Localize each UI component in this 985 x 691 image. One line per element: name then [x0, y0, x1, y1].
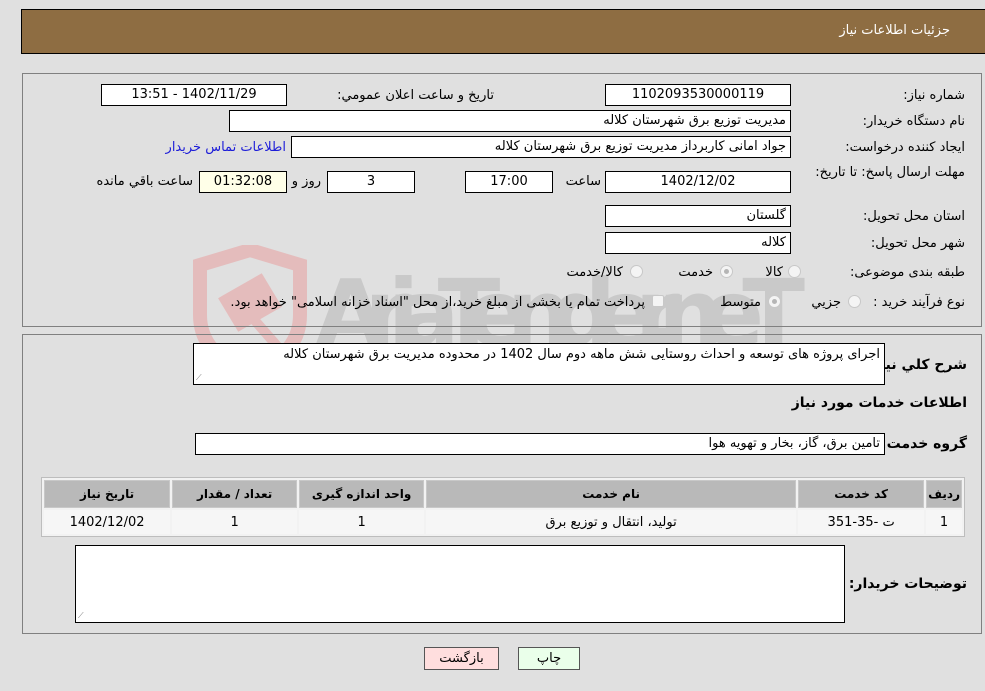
- buyer-org-label: نام دستگاه خریدار:: [862, 114, 965, 129]
- process-option-minor: جزیي: [811, 295, 841, 310]
- process-label: نوع فرآیند خرید :: [873, 295, 965, 310]
- days-field: 3: [327, 171, 415, 193]
- deadline-time-label: ساعت: [565, 174, 601, 189]
- province-field: گلستان: [605, 205, 791, 227]
- print-button[interactable]: چاپ: [518, 647, 580, 670]
- treasury-note: پرداخت تمام یا بخشی از مبلغ خرید،از محل …: [230, 295, 645, 310]
- category-radio-goods[interactable]: [788, 265, 801, 278]
- table-row: 1 ت -35-351 تولید، انتقال و توزیع برق 1 …: [44, 510, 962, 534]
- deadline-date-field: 1402/12/02: [605, 171, 791, 193]
- services-title: اطلاعات خدمات مورد نياز: [791, 395, 967, 411]
- summary-textarea[interactable]: اجرای پروژه های توسعه و احداث روستایی شش…: [193, 343, 885, 385]
- cell-quantity: 1: [172, 510, 298, 534]
- col-unit: واحد اندازه گیری: [299, 480, 425, 508]
- cell-unit: 1: [299, 510, 425, 534]
- service-group-field: تامین برق، گاز، بخار و تهویه هوا: [195, 433, 885, 455]
- category-radio-service[interactable]: [720, 265, 733, 278]
- buyer-org-field: مدیریت توزیع برق شهرستان کلاله: [229, 110, 791, 132]
- deadline-time-field: 17:00: [465, 171, 553, 193]
- creator-field: جواد امانی کاربرداز مدیریت توزیع برق شهر…: [291, 136, 791, 158]
- process-option-medium: متوسط: [720, 295, 761, 310]
- services-table: ردیف کد خدمت نام خدمت واحد اندازه گیری ت…: [41, 477, 965, 537]
- need-panel: شرح كلي نياز: اجرای پروژه های توسعه و اح…: [22, 334, 982, 634]
- col-need-date: تاریخ نیاز: [44, 480, 171, 508]
- details-panel: شماره نیاز: 1102093530000119 تاریخ و ساع…: [22, 73, 982, 327]
- service-group-label: گروه خدمت:: [881, 436, 967, 452]
- category-option-goods-service: کالا/خدمت: [566, 265, 623, 280]
- province-label: استان محل تحویل:: [863, 209, 965, 224]
- need-number-field: 1102093530000119: [605, 84, 791, 106]
- col-service-name: نام خدمت: [426, 480, 797, 508]
- cell-service-name: تولید، انتقال و توزیع برق: [426, 510, 797, 534]
- process-radio-minor[interactable]: [848, 295, 861, 308]
- resize-grip-icon[interactable]: ⟋: [78, 611, 87, 620]
- treasury-checkbox[interactable]: [652, 295, 664, 307]
- cell-row: 1: [926, 510, 962, 534]
- city-field: کلاله: [605, 232, 791, 254]
- announce-field: 1402/11/29 - 13:51: [101, 84, 287, 106]
- city-label: شهر محل تحویل:: [870, 236, 965, 251]
- category-label: طبقه بندی موضوعی:: [849, 265, 965, 280]
- resize-grip-icon[interactable]: ⟋: [196, 373, 205, 382]
- page-title: جزئیات اطلاعات نیاز: [839, 23, 950, 38]
- process-radio-medium[interactable]: [768, 295, 781, 308]
- buyer-notes-textarea[interactable]: ⟋: [75, 545, 845, 623]
- cell-need-date: 1402/12/02: [44, 510, 171, 534]
- summary-text: اجرای پروژه های توسعه و احداث روستایی شش…: [283, 347, 880, 362]
- buyer-notes-label: توضیحات خریدار:: [848, 576, 967, 592]
- remaining-label: ساعت باقي مانده: [96, 174, 193, 189]
- remaining-time-field: 01:32:08: [199, 171, 287, 193]
- category-option-service: خدمت: [678, 265, 713, 280]
- buyer-contact-link[interactable]: اطلاعات تماس خریدار: [166, 140, 286, 155]
- days-label: روز و: [291, 174, 321, 189]
- announce-label: تاریخ و ساعت اعلان عمومي:: [337, 88, 494, 103]
- category-radio-goods-service[interactable]: [630, 265, 643, 278]
- col-quantity: تعداد / مقدار: [172, 480, 298, 508]
- col-row: ردیف: [926, 480, 962, 508]
- col-service-code: کد خدمت: [798, 480, 925, 508]
- table-header-row: ردیف کد خدمت نام خدمت واحد اندازه گیری ت…: [44, 480, 962, 508]
- cell-service-code: ت -35-351: [798, 510, 925, 534]
- creator-label: ایجاد کننده درخواست:: [845, 140, 965, 155]
- back-button[interactable]: بازگشت: [424, 647, 499, 670]
- deadline-label: مهلت ارسال پاسخ: تا تاریخ:: [815, 165, 965, 180]
- page-header: جزئیات اطلاعات نیاز: [21, 9, 985, 54]
- need-number-label: شماره نیاز:: [903, 88, 965, 103]
- category-option-goods: کالا: [765, 265, 783, 280]
